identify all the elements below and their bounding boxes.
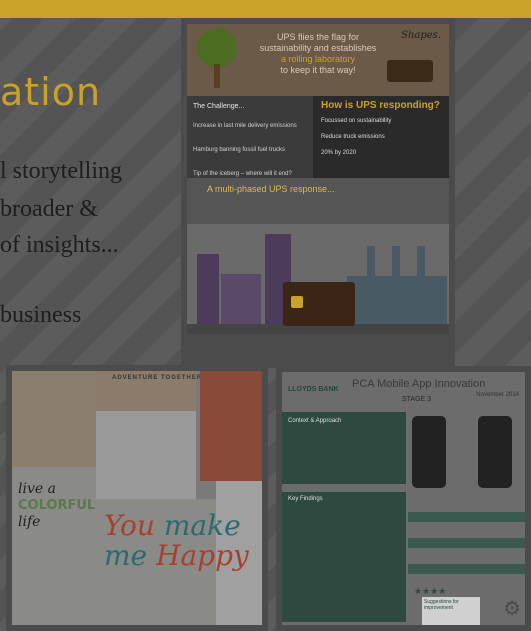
challenge-title: The Challenge... xyxy=(193,103,245,110)
phone-screenshot xyxy=(412,416,446,488)
rating-stars-icon: ★★★★ xyxy=(414,586,447,596)
key-findings-section: Key Findings xyxy=(282,492,406,622)
couple-photo xyxy=(96,411,196,499)
suggestions-box: Suggestions for improvement xyxy=(422,597,480,625)
ups-header-text: UPS flies the flag for sustainability an… xyxy=(259,32,377,75)
you-make-me-happy-text: You make me Happy xyxy=(104,509,249,572)
tree-icon xyxy=(197,28,237,68)
responding-title: How is UPS responding? xyxy=(321,100,440,111)
response-title: A multi-phased UPS response... xyxy=(207,184,335,194)
camera-photo xyxy=(12,371,96,467)
context-section: Context & Approach xyxy=(282,412,406,484)
live-colorful-life-text: live a COLORFUL life xyxy=(18,481,96,530)
report-date: November 2014 xyxy=(476,392,519,398)
phone-screenshot xyxy=(478,416,512,488)
ups-logo-icon xyxy=(291,296,303,308)
slide-text-line: of insights... xyxy=(0,232,119,258)
moodboard-collage-image: ADVENTURE TOGETHER live a COLORFUL life … xyxy=(6,365,268,631)
top-accent-bar xyxy=(0,0,531,18)
ups-infographic-image: UPS flies the flag for sustainability an… xyxy=(181,18,455,368)
signature: Shapes. xyxy=(401,30,441,41)
slide-text-line: business xyxy=(0,302,82,328)
van-icon xyxy=(387,60,433,82)
responding-item: Reduce truck emissions xyxy=(321,134,385,140)
responding-item: Focussed on sustainability xyxy=(321,118,392,124)
slide-text-line: broader & xyxy=(0,196,98,222)
ups-header: UPS flies the flag for sustainability an… xyxy=(187,24,449,96)
report-title: PCA Mobile App Innovation xyxy=(352,378,486,390)
lloyds-brand: LLOYDS BANK xyxy=(288,386,339,393)
door-photo xyxy=(200,371,262,481)
challenge-item: Increase in last mile delivery emissions xyxy=(193,123,297,129)
slide-text-line: l storytelling xyxy=(0,158,122,184)
factory-icon xyxy=(347,276,447,324)
responding-item: 20% by 2020 xyxy=(321,150,357,156)
ups-challenge-section: The Challenge... Increase in last mile d… xyxy=(187,96,449,178)
report-stage: STAGE 3 xyxy=(402,396,432,403)
gear-icon: ⚙ xyxy=(503,598,521,620)
challenge-item: Hamburg banning fossil fuel trucks xyxy=(193,147,286,153)
slide-heading: ation xyxy=(0,70,102,114)
lloyds-bank-report-image: LLOYDS BANK PCA Mobile App Innovation ST… xyxy=(276,366,531,631)
